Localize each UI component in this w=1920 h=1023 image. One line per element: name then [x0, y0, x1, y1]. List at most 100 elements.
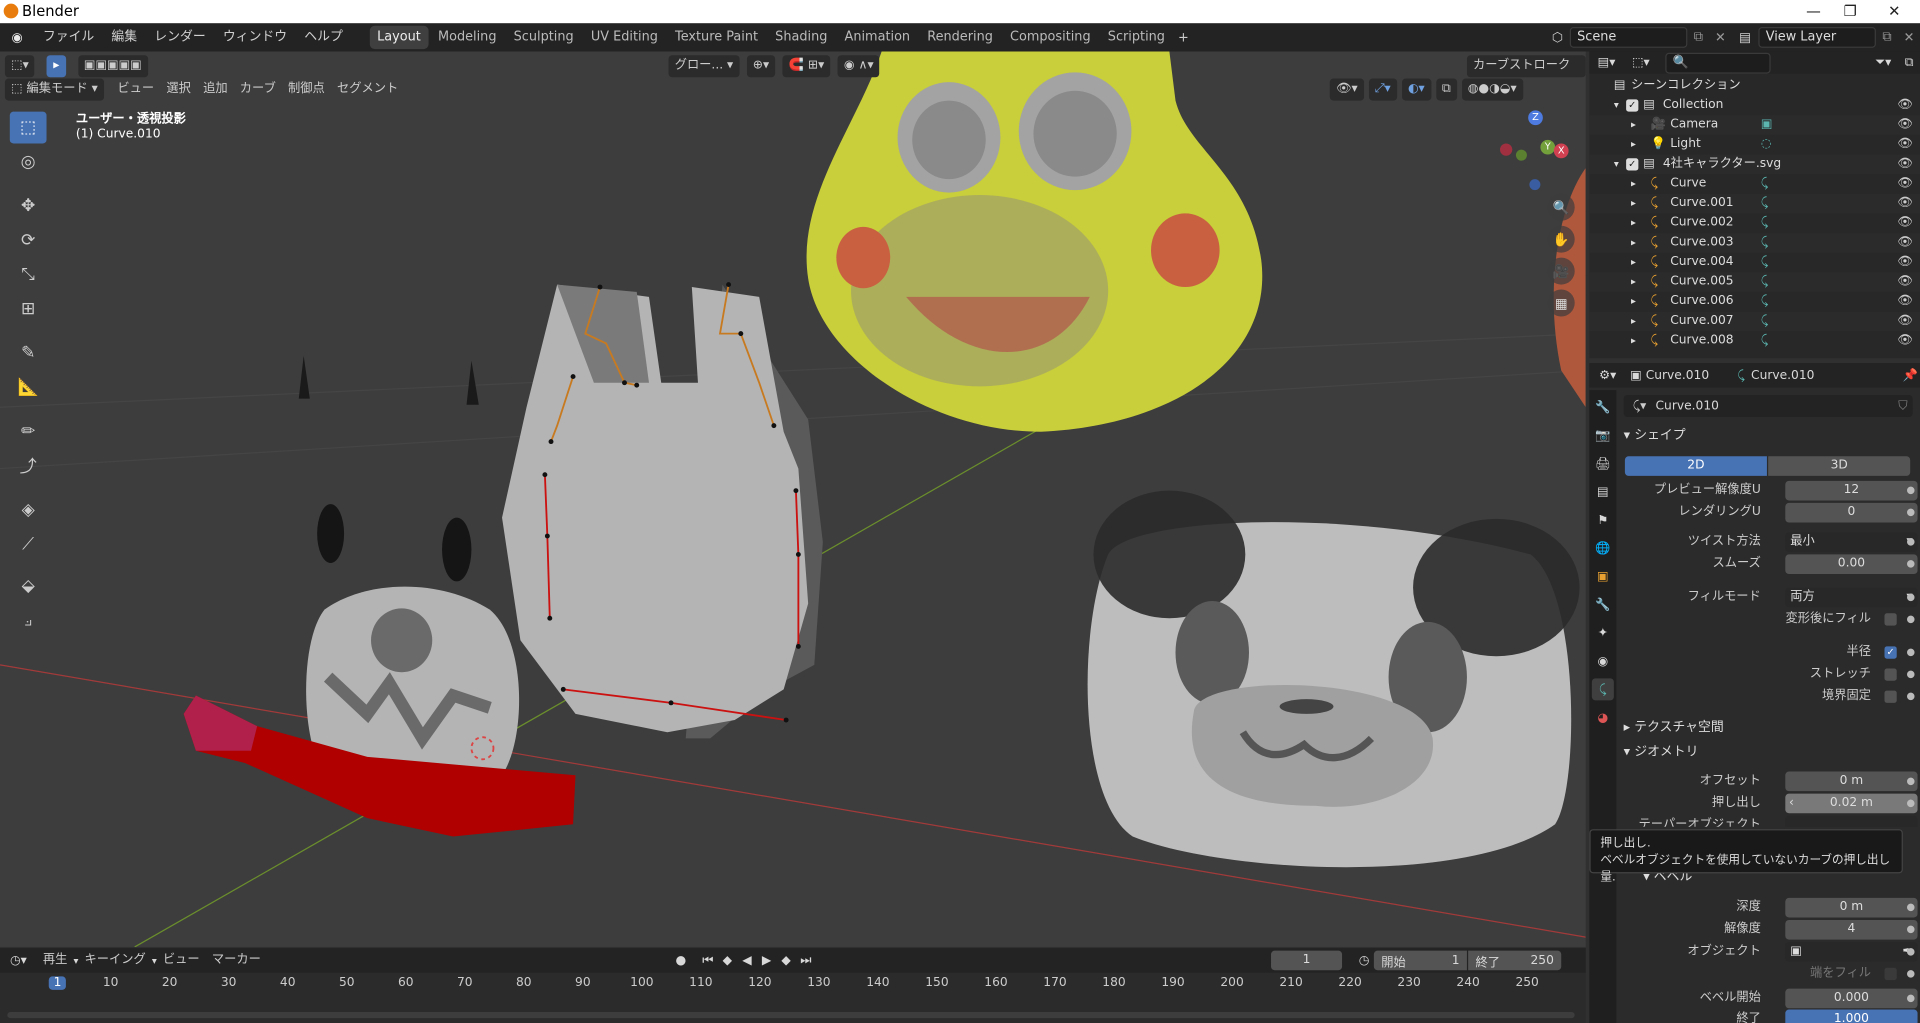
twist-dropdown[interactable]: 最小 ▾: [1785, 532, 1918, 552]
neg-z-icon[interactable]: [1529, 179, 1541, 191]
outliner-row[interactable]: ▸ ⤹ Curve.002 ⤹ 👁: [1589, 213, 1920, 233]
outliner-row[interactable]: ▸ ⤹ Curve.008 ⤹ 👁: [1589, 331, 1920, 351]
render-tab-icon[interactable]: 📷: [1592, 424, 1614, 446]
curve-data-icon[interactable]: ⤹: [1761, 272, 1768, 292]
geometry-section-header[interactable]: ▾ ジオメトリ: [1616, 741, 1920, 763]
tab-layout[interactable]: Layout: [369, 25, 429, 50]
tab-compositing[interactable]: Compositing: [1003, 26, 1098, 49]
camera-view-icon[interactable]: 🎥: [1547, 257, 1575, 285]
rotate-icon[interactable]: ⟳: [10, 224, 47, 256]
tilt-icon[interactable]: ⟋: [10, 529, 47, 561]
annotate-icon[interactable]: ✎: [10, 337, 47, 369]
particles-tab-icon[interactable]: ✦: [1592, 622, 1614, 644]
z-axis-icon[interactable]: Z: [1528, 110, 1543, 126]
outliner-row[interactable]: ▸ ⤹ Curve.001 ⤹ 👁: [1589, 193, 1920, 214]
animate-dot-icon[interactable]: ●: [1907, 770, 1916, 792]
visibility-eye-icon[interactable]: 👁: [1897, 331, 1913, 351]
expand-arrow-icon[interactable]: ▸: [1631, 233, 1636, 253]
outliner-row[interactable]: ▸ 🎥 Camera ▣ 👁: [1589, 115, 1920, 135]
minimize-button[interactable]: —: [1795, 0, 1832, 23]
menu-render[interactable]: レンダー: [146, 23, 215, 51]
expand-arrow-icon[interactable]: ▸: [1631, 253, 1636, 273]
modifier-tab-icon[interactable]: 🔧: [1592, 594, 1614, 616]
tab-rendering[interactable]: Rendering: [920, 26, 1000, 49]
visibility-eye-icon[interactable]: 👁: [1897, 272, 1913, 292]
delete-scene-icon[interactable]: ✕: [1709, 30, 1731, 45]
properties-object-name[interactable]: Curve.010: [1646, 369, 1732, 382]
delete-view-layer-icon[interactable]: ✕: [1898, 30, 1920, 45]
curve-data-icon[interactable]: ⤹: [1761, 233, 1768, 253]
outliner-row[interactable]: ▸ ⤹ Curve.007 ⤹ 👁: [1589, 311, 1920, 332]
scene-field[interactable]: Scene: [1569, 26, 1688, 48]
outliner-scene-collection[interactable]: ▤ シーンコレクション: [1589, 76, 1920, 96]
pin-icon[interactable]: 📌: [1900, 369, 1920, 382]
outliner-row[interactable]: ▸ ⤹ Curve.004 ⤹ 👁: [1589, 253, 1920, 273]
neg-x-icon[interactable]: [1500, 143, 1513, 156]
pivot-icon[interactable]: ⊕▾: [746, 55, 776, 78]
expand-arrow-icon[interactable]: ▾: [1614, 155, 1619, 175]
add-workspace-icon[interactable]: +: [1174, 30, 1194, 45]
mode-dropdown[interactable]: ⬚ 編集モード ▾: [4, 78, 104, 101]
preview-res-field[interactable]: 12: [1785, 480, 1918, 501]
menu-control-points[interactable]: 制御点: [282, 79, 331, 101]
animate-dot-icon[interactable]: ●: [1907, 963, 1916, 985]
outliner-row[interactable]: ▸ ⤹ Curve.006 ⤹ 👁: [1589, 292, 1920, 312]
scene-tab-icon[interactable]: ⚑: [1592, 509, 1614, 531]
visibility-icon[interactable]: 👁▾: [1329, 78, 1364, 101]
3d-button[interactable]: 3D: [1768, 456, 1911, 476]
radius-icon[interactable]: ◈: [10, 494, 47, 526]
expand-arrow-icon[interactable]: ▸: [1631, 331, 1636, 351]
collection-checkbox[interactable]: ✓: [1626, 99, 1639, 112]
collection-checkbox[interactable]: ✓: [1626, 158, 1639, 171]
curve-data-icon[interactable]: ⤹: [1761, 292, 1768, 312]
display-mode-icon[interactable]: ⬚▾: [1624, 56, 1658, 69]
fill-deform-checkbox[interactable]: [1884, 613, 1897, 626]
2d-button[interactable]: 2D: [1624, 456, 1767, 476]
menu-add[interactable]: 追加: [197, 79, 234, 101]
expand-arrow-icon[interactable]: ▸: [1631, 213, 1636, 233]
menu-select[interactable]: 選択: [160, 79, 197, 101]
x-axis-icon[interactable]: X: [1553, 143, 1569, 159]
expand-arrow-icon[interactable]: ▸: [1631, 174, 1636, 194]
animate-dot-icon[interactable]: ●: [1907, 608, 1916, 630]
new-view-layer-icon[interactable]: ⧉: [1876, 29, 1898, 45]
menu-segment[interactable]: セグメント: [331, 79, 404, 101]
tab-sculpting[interactable]: Sculpting: [506, 26, 581, 49]
select-tool-icon[interactable]: ▸: [47, 55, 66, 78]
animate-dot-icon[interactable]: ●: [1907, 531, 1916, 553]
expand-arrow-icon[interactable]: ▸: [1631, 272, 1636, 292]
radius-checkbox[interactable]: ✓: [1884, 646, 1897, 659]
xray-icon[interactable]: ⧉: [1435, 78, 1457, 101]
tab-shading[interactable]: Shading: [768, 26, 835, 49]
draw-icon[interactable]: ✏: [10, 416, 47, 448]
stroke-mode-dropdown[interactable]: カーブストローク ▾: [1466, 55, 1586, 94]
outliner-row[interactable]: ▾ ✓ ▤ 4社キャラクター.svg 👁: [1589, 154, 1920, 175]
shear-icon[interactable]: ⟓: [10, 605, 47, 637]
scale-icon[interactable]: ⤡: [10, 259, 47, 291]
measure-icon[interactable]: 📐: [10, 372, 47, 404]
animate-dot-icon[interactable]: ●: [1907, 792, 1916, 814]
camera-data-icon[interactable]: ▣: [1761, 115, 1773, 135]
maximize-button[interactable]: ❐: [1832, 0, 1869, 23]
depth-field[interactable]: 0 m: [1785, 897, 1918, 918]
bevel-start-field[interactable]: 0.000: [1785, 988, 1918, 1009]
bevel-end-field[interactable]: 1.000: [1785, 1009, 1918, 1023]
snap-icon[interactable]: 🧲 ⊞▾: [782, 55, 831, 78]
output-tab-icon[interactable]: 🖨: [1592, 453, 1614, 475]
menu-view[interactable]: ビュー: [111, 79, 160, 101]
extrude-field[interactable]: ‹ 0.02 m ›: [1785, 793, 1918, 814]
visibility-eye-icon[interactable]: 👁: [1897, 233, 1913, 253]
menu-edit[interactable]: 編集: [103, 23, 146, 51]
transform-orientation[interactable]: グロー... ▾: [668, 55, 740, 78]
proportional-edit-icon[interactable]: ◉ ∧▾: [837, 55, 880, 78]
tool-tab-icon[interactable]: 🔧: [1592, 396, 1614, 418]
render-res-field[interactable]: 0: [1785, 502, 1918, 523]
animate-dot-icon[interactable]: ●: [1907, 586, 1916, 608]
select-box-icon[interactable]: ⬚: [9, 111, 47, 144]
texture-space-section-header[interactable]: ▸ テクスチャ空間: [1616, 716, 1920, 738]
gizmo-icon[interactable]: ⤢▾: [1368, 78, 1397, 101]
move-icon[interactable]: ✥: [10, 190, 47, 222]
select-mode-icons[interactable]: ▣▣▣▣▣: [77, 55, 148, 78]
tab-modeling[interactable]: Modeling: [431, 26, 504, 49]
animate-dot-icon[interactable]: ●: [1907, 553, 1916, 575]
